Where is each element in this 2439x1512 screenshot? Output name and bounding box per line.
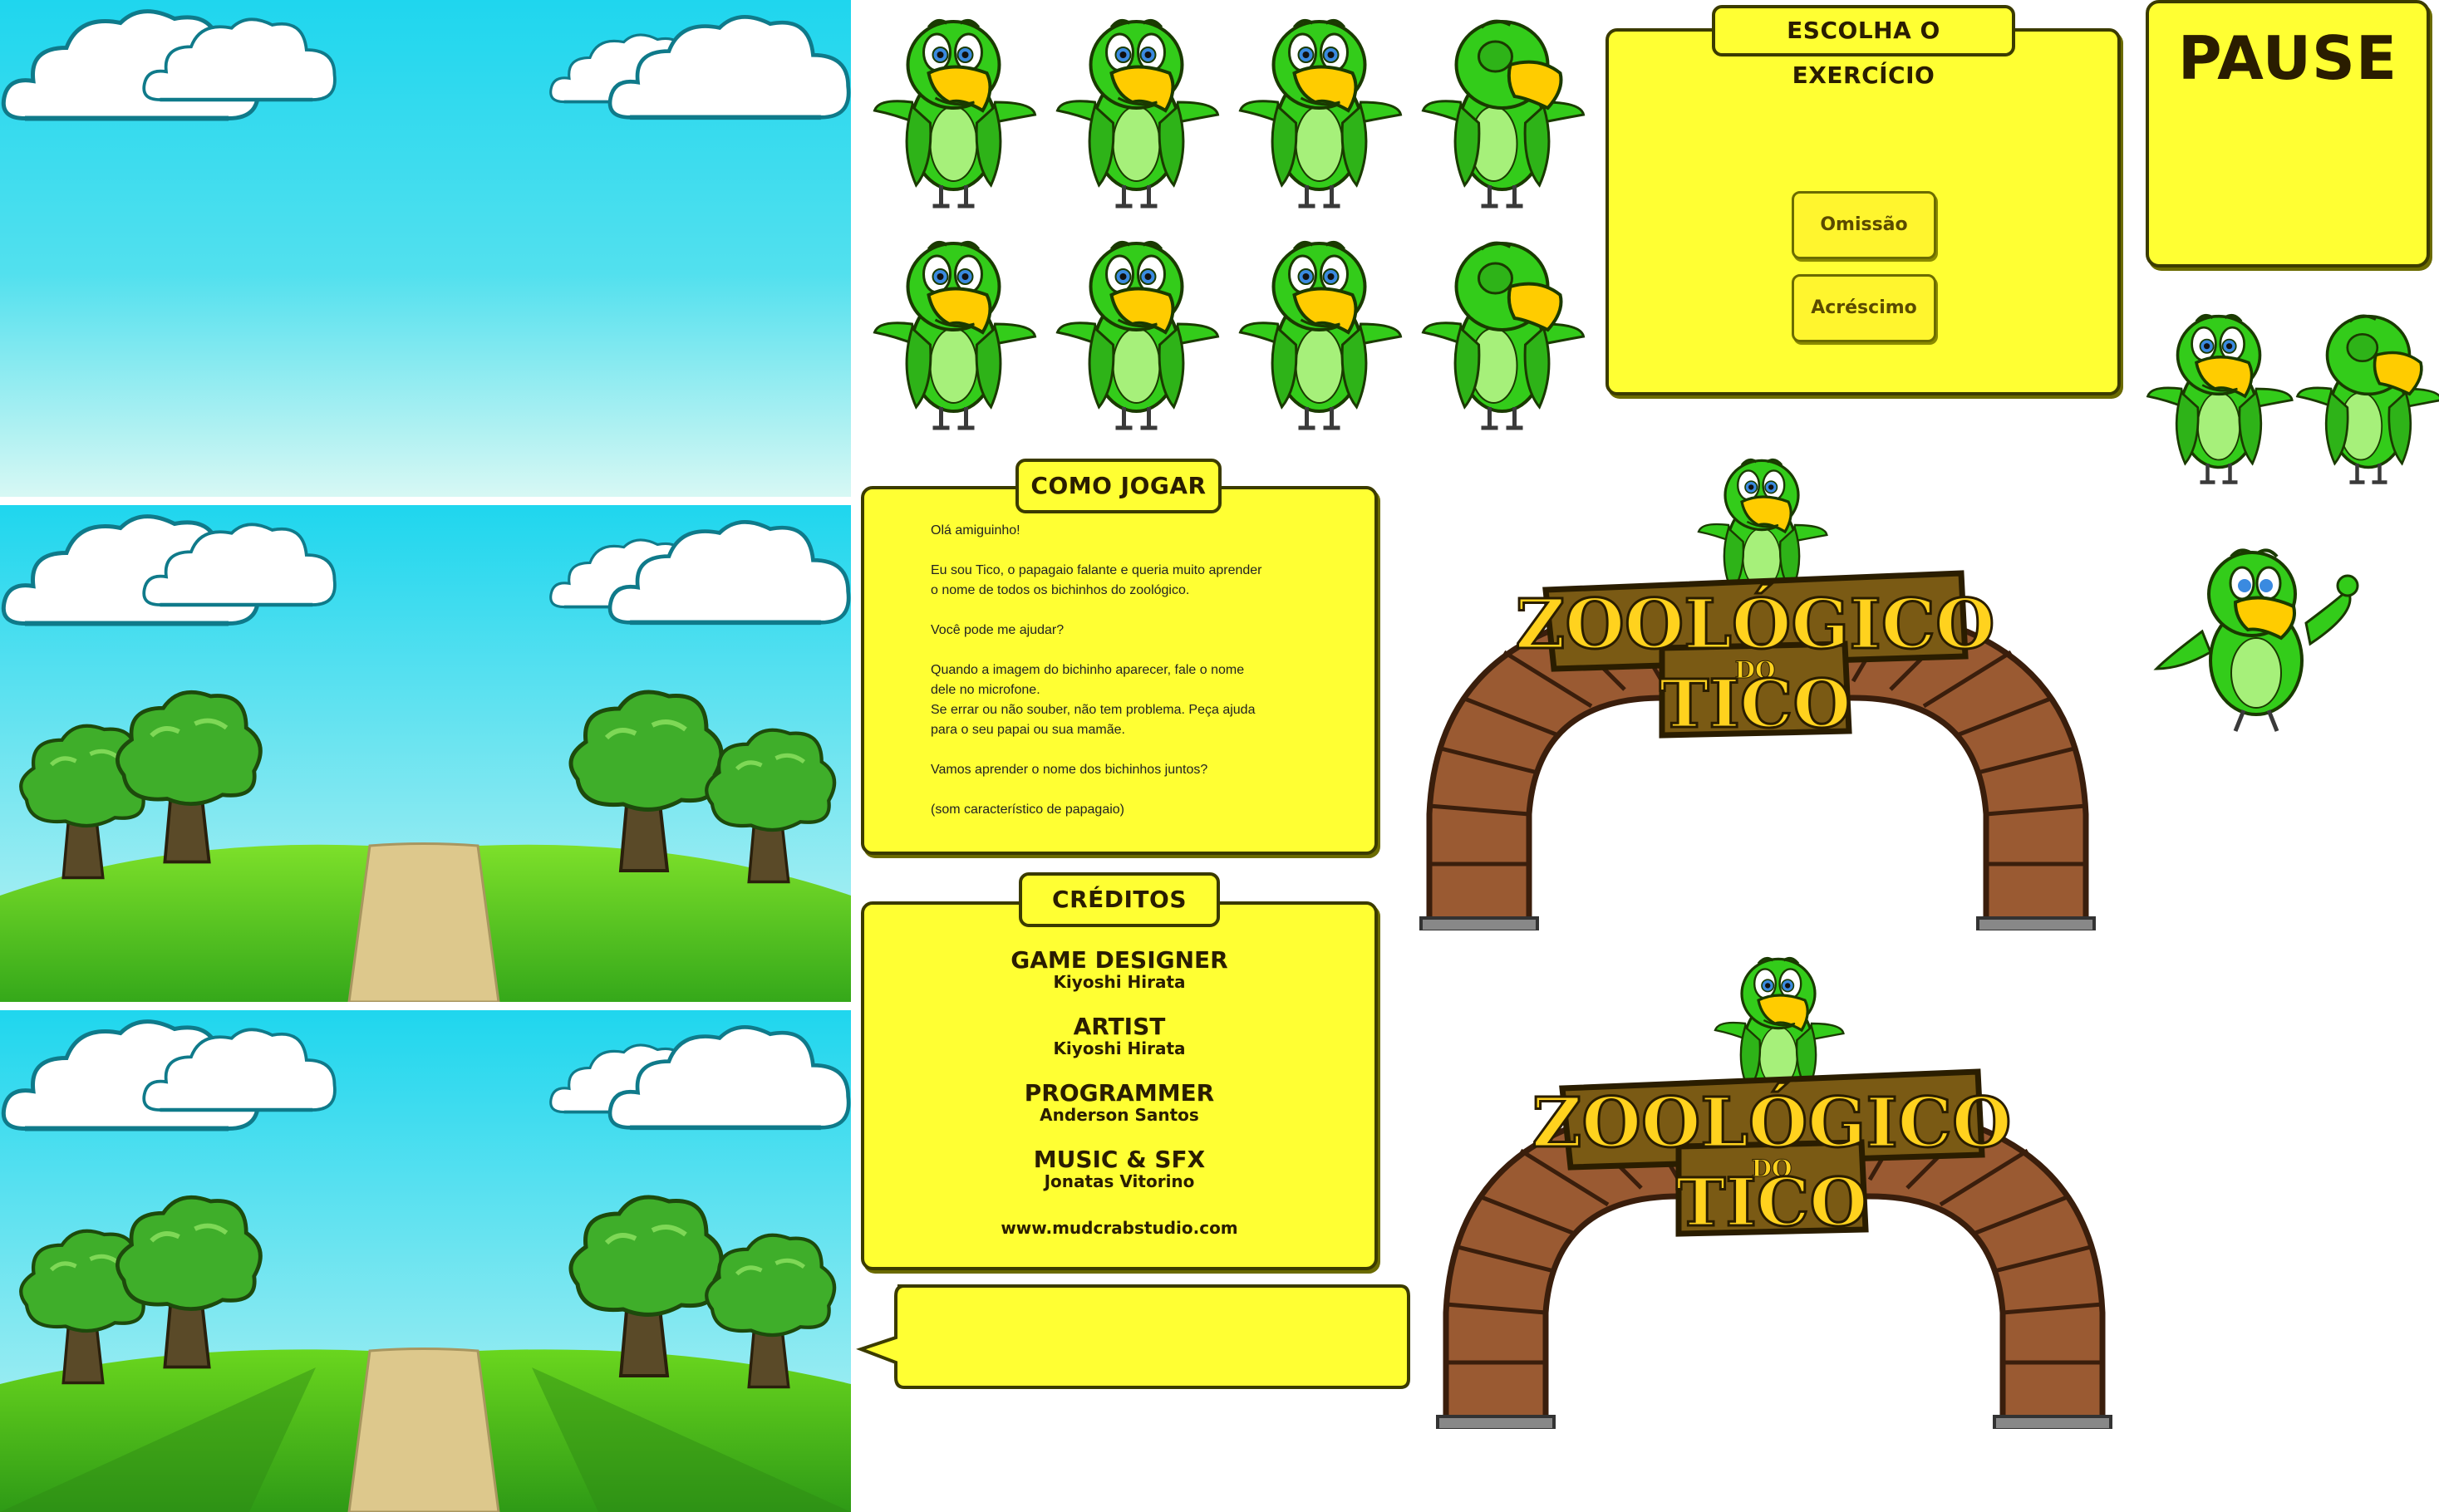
credit-person: Anderson Santos [1040, 1105, 1199, 1125]
credits-title: CRÉDITOS [1019, 872, 1220, 927]
parrot-tico-icon [1047, 228, 1226, 436]
parrot-tico-icon [864, 228, 1043, 436]
parrot-tico-icon [1047, 7, 1226, 214]
parrot-tico-icon [1413, 228, 1591, 436]
parrot-tico-icon [1230, 228, 1409, 436]
credit-role: ARTIST [1073, 1013, 1166, 1040]
zoo-logo-arch: ZOOLÓGICO DO TICO [1413, 449, 2102, 933]
how-to-play-text: Olá amiguinho! Eu sou Tico, o papagaio f… [931, 523, 1262, 817]
background-park-panel [0, 505, 851, 1002]
background-sky-panel [0, 0, 851, 497]
exercise-panel-title: ESCOLHA O EXERCÍCIO [1712, 5, 2015, 89]
credit-role: PROGRAMMER [1024, 1079, 1215, 1107]
parrot-tico-icon [2294, 292, 2439, 500]
how-to-play-title: COMO JOGAR [1015, 459, 1222, 513]
how-to-play-panel: Olá amiguinho! Eu sou Tico, o papagaio f… [861, 486, 1378, 855]
pause-panel: PAUSE [2146, 0, 2430, 268]
logo-title: ZOOLÓGICO [1532, 1082, 2012, 1163]
omissao-button[interactable]: Omissão [1792, 191, 1936, 259]
credit-person: Kiyoshi Hirata [1053, 1038, 1186, 1058]
credit-person: Kiyoshi Hirata [1053, 972, 1186, 992]
studio-website-link[interactable]: www.mudcrabstudio.com [864, 1219, 1374, 1237]
speech-bubble [856, 1284, 1410, 1389]
logo-tico: TICO [1676, 1163, 1867, 1241]
credit-role: GAME DESIGNER [1011, 946, 1228, 974]
acrescimo-button[interactable]: Acréscimo [1792, 274, 1936, 342]
credit-person: Jonatas Vitorino [1044, 1171, 1195, 1191]
logo-title: ZOOLÓGICO [1516, 584, 1995, 665]
parrot-tico-icon [2144, 292, 2294, 500]
parrot-tico-icon [864, 7, 1043, 214]
background-park-panel-shaded [0, 1010, 851, 1512]
parrot-tico-icon [2148, 532, 2373, 739]
logo-tico: TICO [1660, 665, 1851, 743]
pause-title: PAUSE [2177, 23, 2398, 93]
credits-panel: GAME DESIGNER Kiyoshi Hirata ARTIST Kiyo… [861, 901, 1378, 1270]
parrot-tico-icon [1413, 7, 1591, 214]
zoo-logo-arch: ZOOLÓGICO DO TICO [1429, 947, 2119, 1431]
parrot-tico-icon [1230, 7, 1409, 214]
credit-role: MUSIC & SFX [1033, 1146, 1206, 1173]
